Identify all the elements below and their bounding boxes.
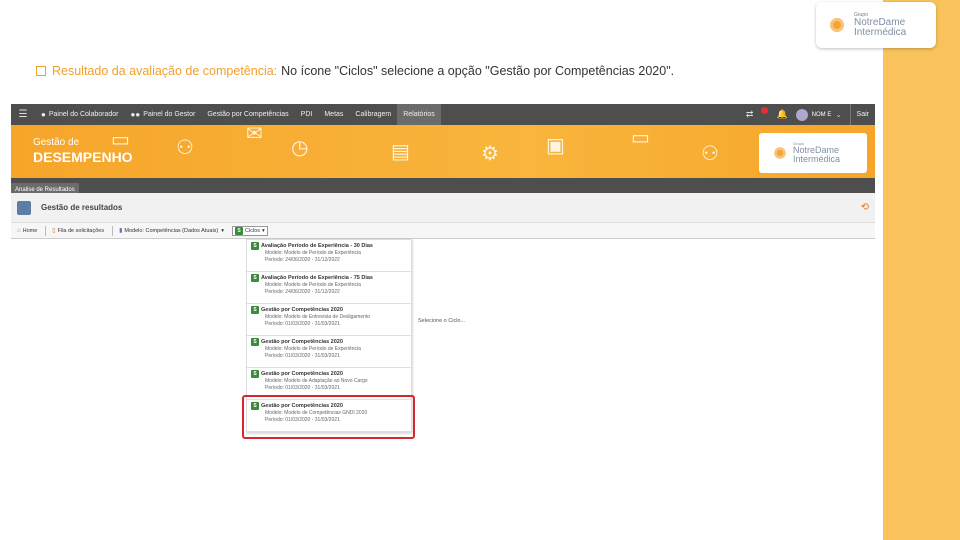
cycle-periodo: Período: 24/06/2020 - 31/12/2022	[265, 256, 340, 263]
brand-line1: NotreDame	[854, 16, 906, 28]
brand-mark-icon	[771, 144, 789, 162]
monitor-search-icon: ▭	[631, 127, 650, 149]
chevron-down-icon: ▾	[262, 227, 265, 234]
nav-metas[interactable]: Metas	[318, 104, 349, 125]
cycle-modelo: Modelo: Modelo de Adaptação ao Novo Carg…	[265, 378, 368, 384]
nav-painel-gestor[interactable]: ●● Painel do Gestor	[125, 104, 202, 125]
toolbar: ⌂ Home ▯ Fila de solicitações ▮ Modelo: Com…	[11, 223, 875, 239]
instruction-text: No ícone "Ciclos" selecione a opção "Ges…	[281, 64, 675, 78]
nav-painel-colaborador[interactable]: ● Painel do Colaborador	[35, 104, 125, 125]
banner-brand-line2: Intermédica	[793, 154, 841, 164]
cycle-name: Avaliação Período de Experiência - 75 Di…	[261, 275, 373, 281]
chevron-down-icon[interactable]: ⌄	[836, 111, 842, 119]
clipboard-icon: ▤	[391, 141, 410, 163]
brand-logo: Grupo NotreDame Intermédica	[816, 2, 936, 48]
toolbar-fila[interactable]: ▯ Fila de solicitações	[52, 227, 104, 235]
envelope-icon: ✉	[246, 125, 263, 145]
cycle-s-icon: S	[235, 226, 244, 235]
brand-line2: Intermédica	[854, 26, 907, 38]
document-icon: ▯	[52, 228, 56, 234]
refresh-icon[interactable]: ⟲	[861, 202, 869, 213]
cycle-option[interactable]: S Gestão por Competências 2020 Modelo: Mo…	[247, 304, 411, 336]
nav-relatorios[interactable]: Relatórios	[397, 104, 441, 125]
cycle-s-icon: S	[251, 242, 259, 250]
chevron-down-icon: ▾	[221, 227, 225, 234]
nav-pdi[interactable]: PDI	[295, 104, 319, 125]
cycle-periodo: Período: 01/03/2020 - 31/03/2021	[265, 352, 340, 359]
instruction-title: Resultado da avaliação de competência:	[52, 64, 278, 78]
brand-mark-icon	[826, 14, 848, 36]
user-icon: ●	[41, 110, 46, 119]
users-icon: ●●	[130, 110, 141, 119]
toolbar-modelo[interactable]: ▮ Modelo: Competências (Dados Atuais) ▾	[119, 227, 225, 235]
page-header: Gestão de resultados ⟲	[11, 193, 875, 223]
books-icon: ▮	[119, 228, 123, 234]
switch-icon[interactable]: ⇄	[746, 109, 754, 120]
toolbar-home[interactable]: ⌂ Home	[17, 228, 37, 234]
right-accent-bar	[883, 0, 960, 540]
hamburger-menu-icon[interactable]: ☰	[11, 109, 35, 120]
cycle-modelo: Modelo: Modelo de Período de Experiência	[265, 346, 361, 352]
logout-button[interactable]: Sair	[849, 104, 875, 125]
banner-brand-logo: Grupo NotreDame Intermédica	[759, 133, 867, 173]
avatar[interactable]	[795, 108, 808, 121]
cycle-modelo: Modelo: Modelo de Período de Experiência	[265, 250, 361, 256]
cycle-name: Gestão por Competências 2020	[261, 307, 343, 313]
nav-gestao-competencias[interactable]: Gestão por Competências	[201, 104, 294, 125]
notification-badge[interactable]	[761, 107, 769, 114]
select-cycle-hint: Selecione o Ciclo...	[418, 318, 466, 324]
cycle-option[interactable]: S Avaliação Período de Experiência - 30 D…	[247, 240, 411, 272]
cycle-name: Gestão por Competências 2020	[261, 371, 343, 377]
app-screenshot: ☰ ● Painel do Colaborador ●● Painel do Ges…	[11, 104, 875, 440]
cycle-periodo: Período: 24/06/2020 - 31/12/2022	[265, 288, 340, 295]
page-title: Gestão de resultados	[41, 203, 123, 212]
highlight-box	[242, 395, 415, 439]
cycle-option[interactable]: S Gestão por Competências 2020 Modelo: Mo…	[247, 336, 411, 368]
banner: Gestão de DESEMPENHO ▭ ⚇ ✉ ◷ ▤ ⚙ ▣ ▭ ⚇ G…	[11, 125, 875, 178]
cycle-name: Gestão por Competências 2020	[261, 339, 343, 345]
cycle-name: Avaliação Período de Experiência - 30 Di…	[261, 243, 373, 249]
checkbox-bullet-icon	[36, 66, 46, 76]
cycle-option[interactable]: S Avaliação Período de Experiência - 75 D…	[247, 272, 411, 304]
cycle-s-icon: S	[251, 370, 259, 378]
cycle-periodo: Período: 01/03/2020 - 31/03/2021	[265, 320, 340, 327]
person-gear-icon: ⚙	[481, 143, 499, 165]
clock-icon: ◷	[291, 137, 309, 159]
notebook-icon	[17, 200, 31, 215]
cycle-modelo: Modelo: Modelo de Período de Experiência	[265, 282, 361, 288]
banner-subtitle: Gestão de	[33, 137, 80, 148]
cycle-modelo: Modelo: Modelo de Entrevista de Desligam…	[265, 314, 371, 320]
toolbar-divider	[45, 225, 47, 236]
monitor-icon: ▭	[111, 129, 130, 151]
cycle-s-icon: S	[251, 306, 259, 314]
briefcase-icon: ▣	[546, 135, 565, 157]
home-icon: ⌂	[17, 227, 21, 234]
cycle-s-icon: S	[251, 274, 259, 282]
instruction: Resultado da avaliação de competência: N…	[36, 64, 674, 78]
user-name[interactable]: NOM E	[812, 112, 834, 118]
people-icon: ⚇	[176, 137, 194, 159]
cycle-periodo: Período: 01/03/2020 - 31/03/2021	[265, 384, 340, 391]
top-navigation: ☰ ● Painel do Colaborador ●● Painel do Ges…	[11, 104, 875, 125]
team-icon: ⚇	[701, 143, 719, 165]
bell-icon[interactable]: 🔔	[776, 109, 787, 120]
nav-calibragem[interactable]: Calibragem	[349, 104, 397, 125]
toolbar-divider	[112, 225, 114, 236]
sub-navigation: Analise de Resultados	[11, 178, 875, 198]
cycle-s-icon: S	[251, 338, 259, 346]
ciclos-dropdown-button[interactable]: S Ciclos ▾	[232, 225, 268, 236]
